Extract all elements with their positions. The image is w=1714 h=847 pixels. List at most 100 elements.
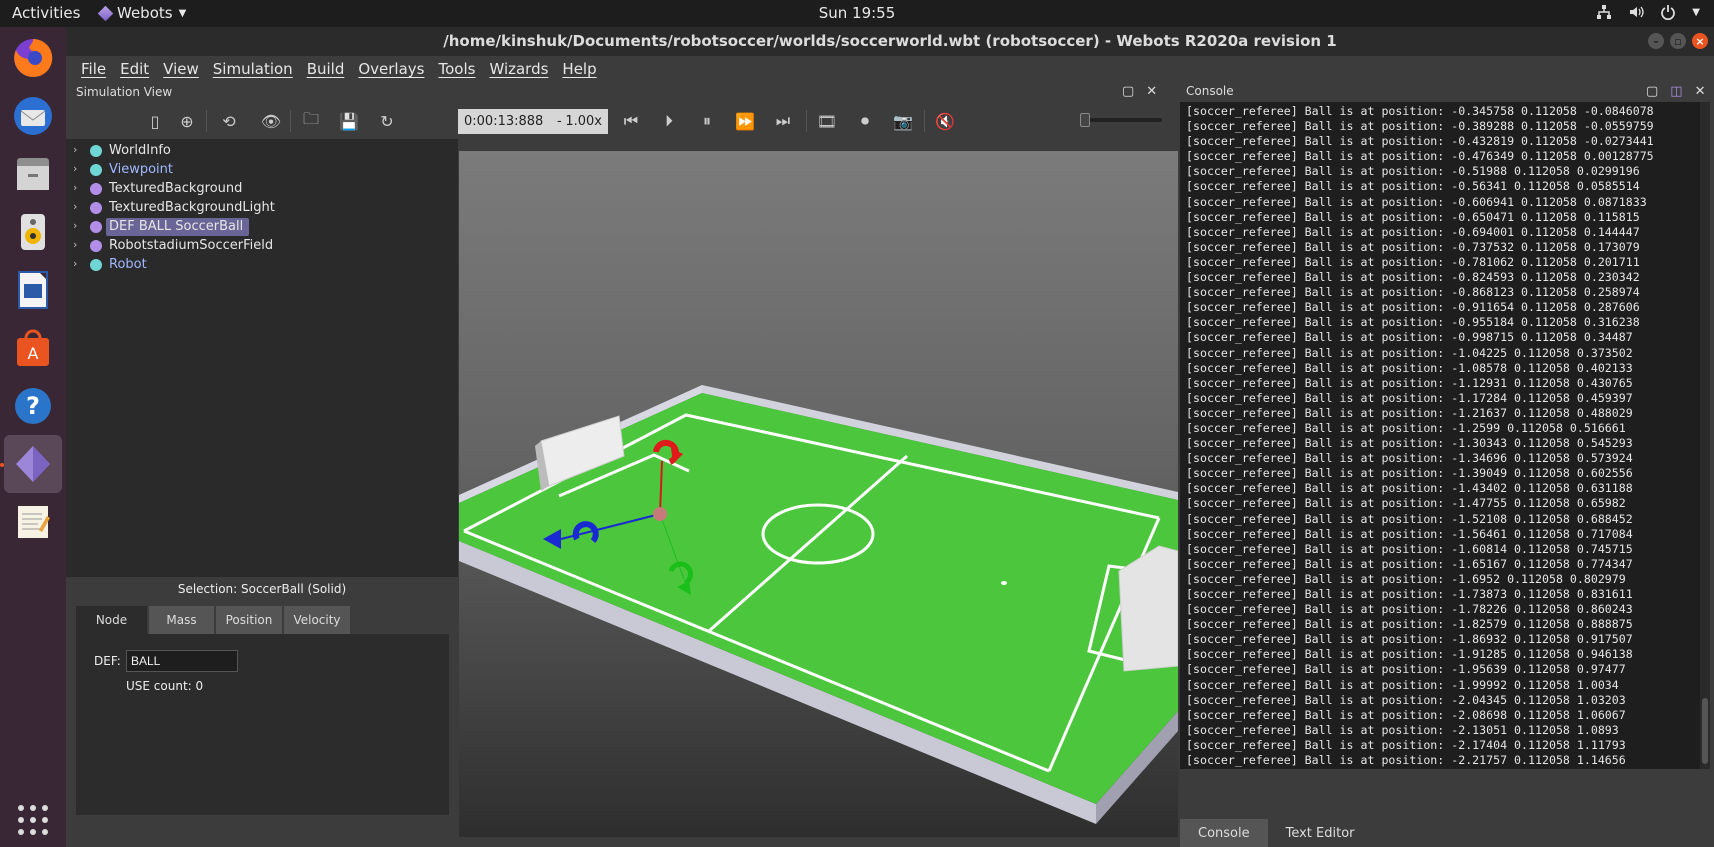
- mute-icon[interactable]: 🔇: [932, 109, 958, 133]
- run-icon[interactable]: ⏩: [732, 109, 758, 133]
- window-titlebar[interactable]: /home/kinshuk/Documents/robotsoccer/worl…: [66, 27, 1714, 56]
- console-line: [soccer_referee] Ball is at position: -0…: [1186, 285, 1640, 300]
- console-scrollbar[interactable]: [1700, 102, 1710, 769]
- fast-icon[interactable]: ⏭: [770, 109, 796, 133]
- console-line: [soccer_referee] Ball is at position: -1…: [1186, 451, 1633, 466]
- dock-firefox[interactable]: [4, 29, 62, 87]
- expand-arrow-icon[interactable]: ›: [73, 257, 77, 270]
- menu-help[interactable]: Help: [555, 56, 603, 82]
- float-pane-icon[interactable]: ▢: [1122, 84, 1134, 99]
- eye-icon[interactable]: 👁: [258, 109, 284, 133]
- float-pane-icon[interactable]: ▢: [1646, 84, 1658, 99]
- tab-mass[interactable]: Mass: [149, 606, 214, 634]
- soccer-ball[interactable]: [653, 507, 667, 521]
- menu-wizards[interactable]: Wizards: [482, 56, 555, 82]
- tree-item-robot[interactable]: › Robot: [66, 255, 458, 275]
- simulation-view-pane: Simulation View ▢ ✕ ▯ ⊕ ⟲ 👁 🗀 💾 ↻ 0:00:1…: [66, 82, 1178, 847]
- svg-text:?: ?: [26, 392, 40, 420]
- tab-node[interactable]: Node: [76, 606, 147, 634]
- record-movie-icon[interactable]: 🎞: [814, 109, 840, 133]
- app-menu[interactable]: Webots ▼: [97, 4, 186, 22]
- toggle-scene-tree-icon[interactable]: ▯: [142, 109, 168, 133]
- pause-icon[interactable]: ⏸: [694, 109, 720, 133]
- console-line: [soccer_referee] Ball is at position: -0…: [1186, 179, 1640, 194]
- close-pane-icon[interactable]: ✕: [1695, 84, 1706, 99]
- maximize-button[interactable]: ▫: [1670, 33, 1686, 49]
- add-node-icon[interactable]: ⊕: [174, 109, 200, 133]
- menu-build[interactable]: Build: [300, 56, 352, 82]
- simulation-toolbar: ▯ ⊕ ⟲ 👁 🗀 💾 ↻ 0:00:13:888 - 1.00x ⏮ ⏵ ⏸ …: [66, 104, 1178, 138]
- volume-slider[interactable]: [1080, 113, 1162, 127]
- reset-view-icon[interactable]: ⟲: [216, 109, 242, 133]
- menu-overlays[interactable]: Overlays: [351, 56, 431, 82]
- activities-button[interactable]: Activities: [12, 4, 80, 22]
- menu-edit[interactable]: Edit: [113, 56, 156, 82]
- record-animation-icon[interactable]: ⏺: [852, 109, 878, 133]
- tree-item-label: Robot: [109, 257, 147, 272]
- tab-console[interactable]: Console: [1180, 819, 1268, 847]
- tree-item-label: TexturedBackground: [109, 181, 243, 196]
- tree-item-viewpoint[interactable]: › Viewpoint: [66, 160, 458, 180]
- tree-item-soccerfield[interactable]: › RobotstadiumSoccerField: [66, 236, 458, 256]
- reset-simulation-icon[interactable]: ⏮: [618, 109, 644, 133]
- open-folder-icon[interactable]: 🗀: [298, 109, 324, 133]
- dock-thunderbird[interactable]: [4, 87, 62, 145]
- dock-software[interactable]: A: [4, 319, 62, 377]
- simulation-speed: 1.00x: [565, 114, 602, 129]
- tree-item-texturedbackgroundlight[interactable]: › TexturedBackgroundLight: [66, 198, 458, 218]
- firefox-icon: [14, 38, 53, 77]
- expand-arrow-icon[interactable]: ›: [73, 200, 77, 213]
- menu-simulation[interactable]: Simulation: [206, 56, 300, 82]
- expand-arrow-icon[interactable]: ›: [73, 162, 77, 175]
- clock[interactable]: Sun 19:55: [819, 4, 896, 22]
- screenshot-icon[interactable]: 📷: [890, 109, 916, 133]
- tree-item-worldinfo[interactable]: › WorldInfo: [66, 141, 458, 161]
- tab-text-editor[interactable]: Text Editor: [1267, 819, 1373, 847]
- tree-item-label: TexturedBackgroundLight: [109, 200, 275, 215]
- menu-tools[interactable]: Tools: [431, 56, 482, 82]
- maximize-pane-icon[interactable]: ◫: [1670, 84, 1682, 99]
- close-pane-icon[interactable]: ✕: [1146, 84, 1157, 99]
- dock-webots[interactable]: [4, 435, 62, 493]
- dock-rhythmbox[interactable]: [4, 203, 62, 261]
- webots-app-icon: [97, 5, 114, 21]
- expand-arrow-icon[interactable]: ›: [73, 219, 77, 232]
- dock-files[interactable]: [4, 145, 62, 203]
- tree-item-soccerball[interactable]: › DEF BALL SoccerBall: [66, 217, 458, 237]
- console-line: [soccer_referee] Ball is at position: -1…: [1186, 481, 1633, 496]
- expand-arrow-icon[interactable]: ›: [73, 143, 77, 156]
- menu-view[interactable]: View: [156, 56, 206, 82]
- reload-icon[interactable]: ↻: [374, 109, 400, 133]
- console-line: [soccer_referee] Ball is at position: -1…: [1186, 375, 1633, 390]
- show-applications-icon[interactable]: [18, 805, 48, 835]
- node-panel: DEF: USE count: 0: [76, 634, 449, 815]
- console-line: [soccer_referee] Ball is at position: -0…: [1186, 209, 1640, 224]
- expand-arrow-icon[interactable]: ›: [73, 181, 77, 194]
- def-field[interactable]: [126, 650, 238, 672]
- tree-item-label: RobotstadiumSoccerField: [109, 238, 274, 253]
- dock-writer[interactable]: [4, 261, 62, 319]
- console-line: [soccer_referee] Ball is at position: -1…: [1186, 556, 1633, 571]
- save-icon[interactable]: 💾: [336, 109, 362, 133]
- console-output[interactable]: [soccer_referee] Ball is at position: -0…: [1180, 102, 1700, 769]
- console-line: [soccer_referee] Ball is at position: -1…: [1186, 541, 1633, 556]
- tab-position[interactable]: Position: [216, 606, 282, 634]
- console-line: [soccer_referee] Ball is at position: -1…: [1186, 436, 1633, 451]
- soccer-field-scene[interactable]: [459, 151, 1178, 837]
- minimize-button[interactable]: –: [1648, 33, 1664, 49]
- volume-slider-knob[interactable]: [1080, 113, 1090, 127]
- step-icon[interactable]: ⏵: [656, 109, 682, 133]
- 3d-viewport[interactable]: [459, 151, 1178, 837]
- system-tray[interactable]: ▼: [1596, 4, 1700, 20]
- dock-text-editor[interactable]: [4, 493, 62, 551]
- scrollbar-thumb[interactable]: [1702, 698, 1708, 764]
- expand-arrow-icon[interactable]: ›: [73, 238, 77, 251]
- webots-window: /home/kinshuk/Documents/robotsoccer/worl…: [66, 27, 1714, 847]
- tree-item-texturedbackground[interactable]: › TexturedBackground: [66, 179, 458, 199]
- close-button[interactable]: ×: [1692, 33, 1708, 49]
- tab-velocity[interactable]: Velocity: [284, 606, 350, 634]
- console-pane: Console ▢ ◫ ✕ [soccer_referee] Ball is a…: [1178, 82, 1714, 847]
- menu-file[interactable]: File: [74, 56, 113, 82]
- dock-help[interactable]: ?: [4, 377, 62, 435]
- node-dot-icon: [90, 145, 102, 157]
